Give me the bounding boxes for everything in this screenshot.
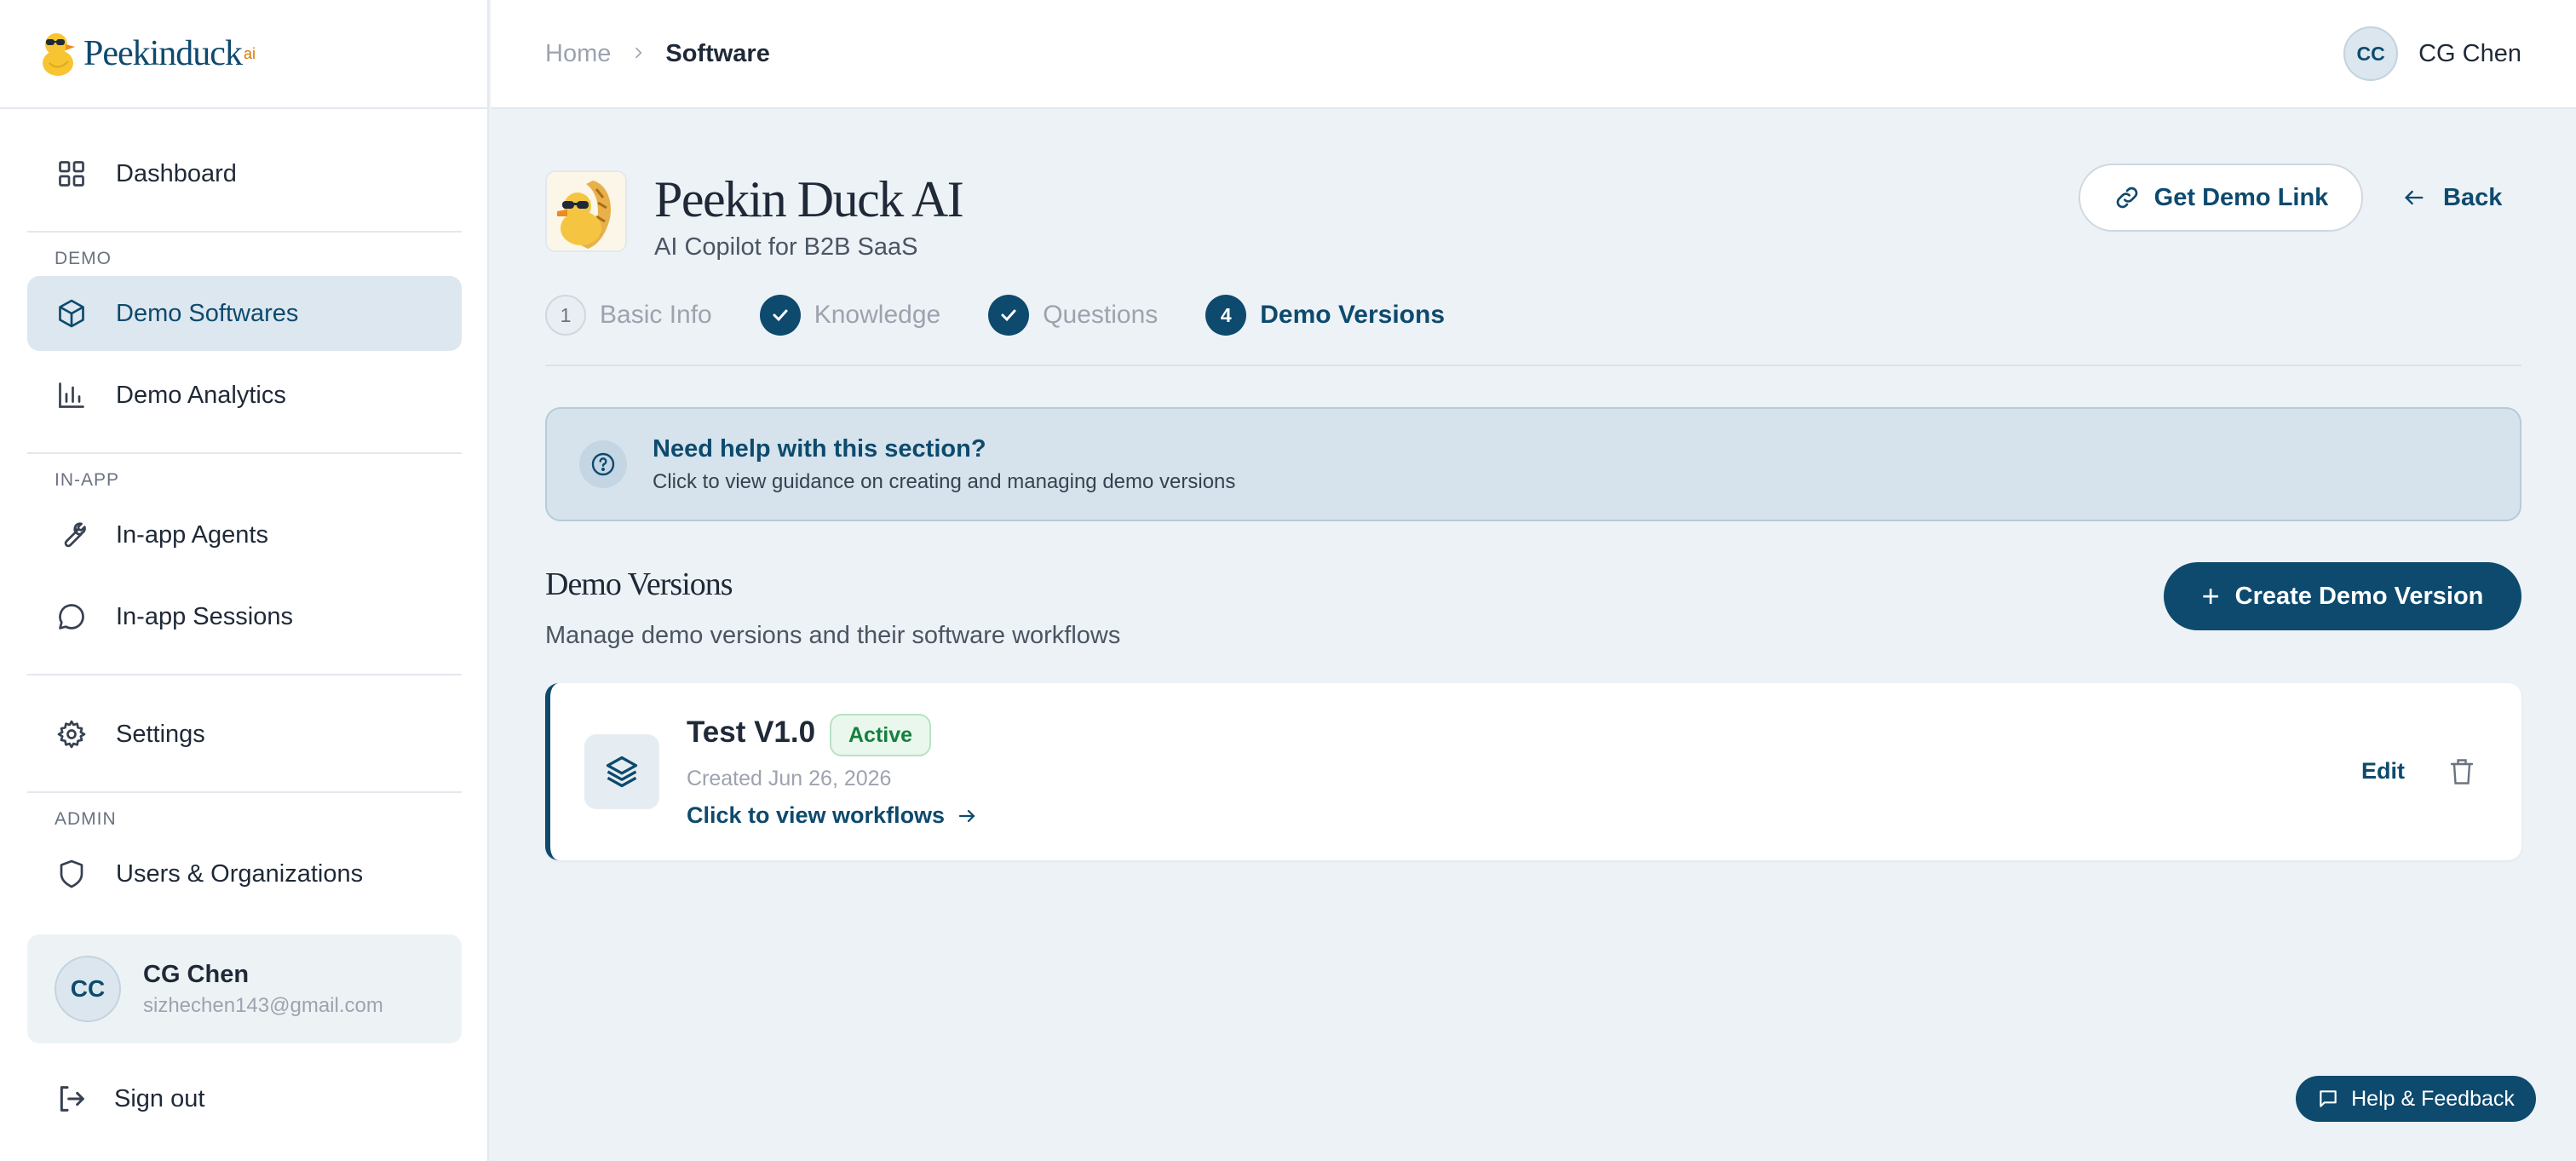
status-badge: Active: [830, 714, 932, 756]
sidebar-divider: [27, 791, 462, 793]
help-banner[interactable]: Need help with this section? Click to vi…: [545, 407, 2521, 521]
step-questions[interactable]: Questions: [988, 295, 1158, 336]
create-demo-version-label: Create Demo Version: [2234, 582, 2484, 610]
step-knowledge[interactable]: Knowledge: [759, 295, 941, 336]
sidebar-divider: [27, 231, 462, 233]
help-feedback-label: Help & Feedback: [2351, 1086, 2515, 1111]
step-label: Demo Versions: [1260, 301, 1446, 329]
page-title: Peekin Duck AI: [654, 171, 964, 227]
sidebar-divider: [27, 452, 462, 454]
step-number: 4: [1205, 295, 1247, 336]
shield-icon: [55, 857, 89, 891]
demo-version-card[interactable]: Test V1.0 Active Created Jun 26, 2026 Cl…: [545, 683, 2521, 860]
sidebar-item-demo-analytics[interactable]: Demo Analytics: [27, 358, 462, 433]
sidebar-item-settings[interactable]: Settings: [27, 697, 462, 772]
check-icon: [988, 295, 1030, 336]
step-demo-versions[interactable]: 4 Demo Versions: [1205, 295, 1445, 336]
section-label-admin: ADMIN: [55, 809, 117, 829]
section-title: Demo Versions: [545, 566, 733, 602]
check-icon: [759, 295, 801, 336]
section-label-in-app: IN-APP: [55, 470, 120, 490]
help-title: Need help with this section?: [653, 434, 986, 463]
help-text: Click to view guidance on creating and m…: [653, 469, 1236, 493]
sidebar-item-users-organizations[interactable]: Users & Organizations: [27, 836, 462, 911]
brand-name: Peekinduck: [83, 34, 243, 73]
sidebar: Peekinduck ai Dashboard DEMO Demo Softwa…: [0, 0, 489, 1161]
step-label: Basic Info: [600, 301, 712, 329]
sidebar-item-label: Users & Organizations: [116, 859, 364, 888]
arrow-right-icon: [958, 809, 975, 822]
user-name: CG Chen: [143, 960, 250, 988]
step-label: Knowledge: [814, 301, 941, 329]
duck-logo-icon: [43, 33, 75, 76]
sign-out-label: Sign out: [114, 1084, 205, 1112]
get-demo-link-label: Get Demo Link: [2153, 183, 2329, 211]
sidebar-item-in-app-agents[interactable]: In-app Agents: [27, 497, 462, 572]
brand-logo[interactable]: Peekinduck ai: [0, 0, 487, 109]
create-demo-version-button[interactable]: + Create Demo Version: [2164, 562, 2521, 630]
edit-button[interactable]: Edit: [2361, 758, 2405, 785]
software-logo: [545, 170, 627, 252]
sidebar-item-in-app-sessions[interactable]: In-app Sessions: [27, 579, 462, 654]
stepper: 1 Basic Info Knowledge Questions 4 Demo …: [545, 295, 2521, 366]
avatar: CC: [55, 956, 121, 1022]
question-circle-icon: [579, 440, 627, 488]
sidebar-item-label: In-app Sessions: [116, 602, 293, 630]
step-number: 1: [545, 295, 586, 336]
view-workflows-label: Click to view workflows: [687, 802, 946, 828]
sidebar-item-demo-softwares[interactable]: Demo Softwares: [27, 276, 462, 351]
software-header: Peekin Duck AI AI Copilot for B2B SaaS: [545, 170, 964, 262]
user-email: sizhechen143@gmail.com: [143, 993, 383, 1017]
top-user-name: CG Chen: [2418, 39, 2521, 67]
top-user-menu[interactable]: CC CG Chen: [2343, 26, 2521, 81]
layers-icon: [584, 734, 659, 809]
wrench-icon: [55, 518, 89, 552]
cube-icon: [55, 296, 89, 330]
page-subtitle: AI Copilot for B2B SaaS: [654, 233, 918, 261]
brand-suffix: ai: [243, 44, 256, 62]
message-square-icon: [2320, 1090, 2337, 1107]
section-subtitle: Manage demo versions and their software …: [545, 622, 1121, 649]
chat-bubble-icon: [55, 600, 89, 634]
back-button[interactable]: Back: [2402, 164, 2502, 232]
avatar: CC: [2343, 26, 2399, 81]
sidebar-divider: [27, 674, 462, 675]
arrow-left-icon: [2405, 190, 2424, 205]
breadcrumb: Home Software: [545, 40, 770, 68]
sidebar-item-label: Demo Softwares: [116, 299, 299, 327]
sidebar-user-card[interactable]: CC CG Chen sizhechen143@gmail.com: [27, 934, 462, 1043]
sidebar-item-dashboard[interactable]: Dashboard: [27, 136, 462, 211]
step-label: Questions: [1043, 301, 1159, 329]
step-basic-info[interactable]: 1 Basic Info: [545, 295, 712, 336]
section-label-demo: DEMO: [55, 249, 112, 268]
get-demo-link-button[interactable]: Get Demo Link: [2079, 164, 2363, 232]
grid-icon: [55, 157, 89, 191]
version-name: Test V1.0: [687, 716, 816, 749]
gear-icon: [55, 717, 89, 751]
sidebar-item-label: Settings: [116, 720, 205, 748]
plus-icon: +: [2201, 578, 2220, 613]
sidebar-item-label: Dashboard: [116, 159, 237, 187]
breadcrumb-current: Software: [665, 39, 770, 67]
sign-out-button[interactable]: Sign out: [55, 1065, 204, 1133]
duck-mascot-icon: [547, 172, 625, 250]
version-created-date: Created Jun 26, 2026: [687, 767, 892, 790]
back-label: Back: [2443, 183, 2503, 211]
sidebar-item-label: In-app Agents: [116, 520, 268, 549]
chevron-right-icon: [630, 41, 647, 67]
breadcrumb-home[interactable]: Home: [545, 40, 611, 68]
trash-icon[interactable]: [2447, 755, 2477, 789]
top-bar: Home Software CC CG Chen: [491, 0, 2576, 109]
sidebar-item-label: Demo Analytics: [116, 381, 286, 409]
link-icon: [2116, 187, 2137, 209]
help-feedback-button[interactable]: Help & Feedback: [2296, 1076, 2536, 1122]
view-workflows-link[interactable]: Click to view workflows: [687, 802, 977, 829]
sign-out-icon: [60, 1086, 84, 1112]
bar-chart-icon: [55, 378, 89, 412]
